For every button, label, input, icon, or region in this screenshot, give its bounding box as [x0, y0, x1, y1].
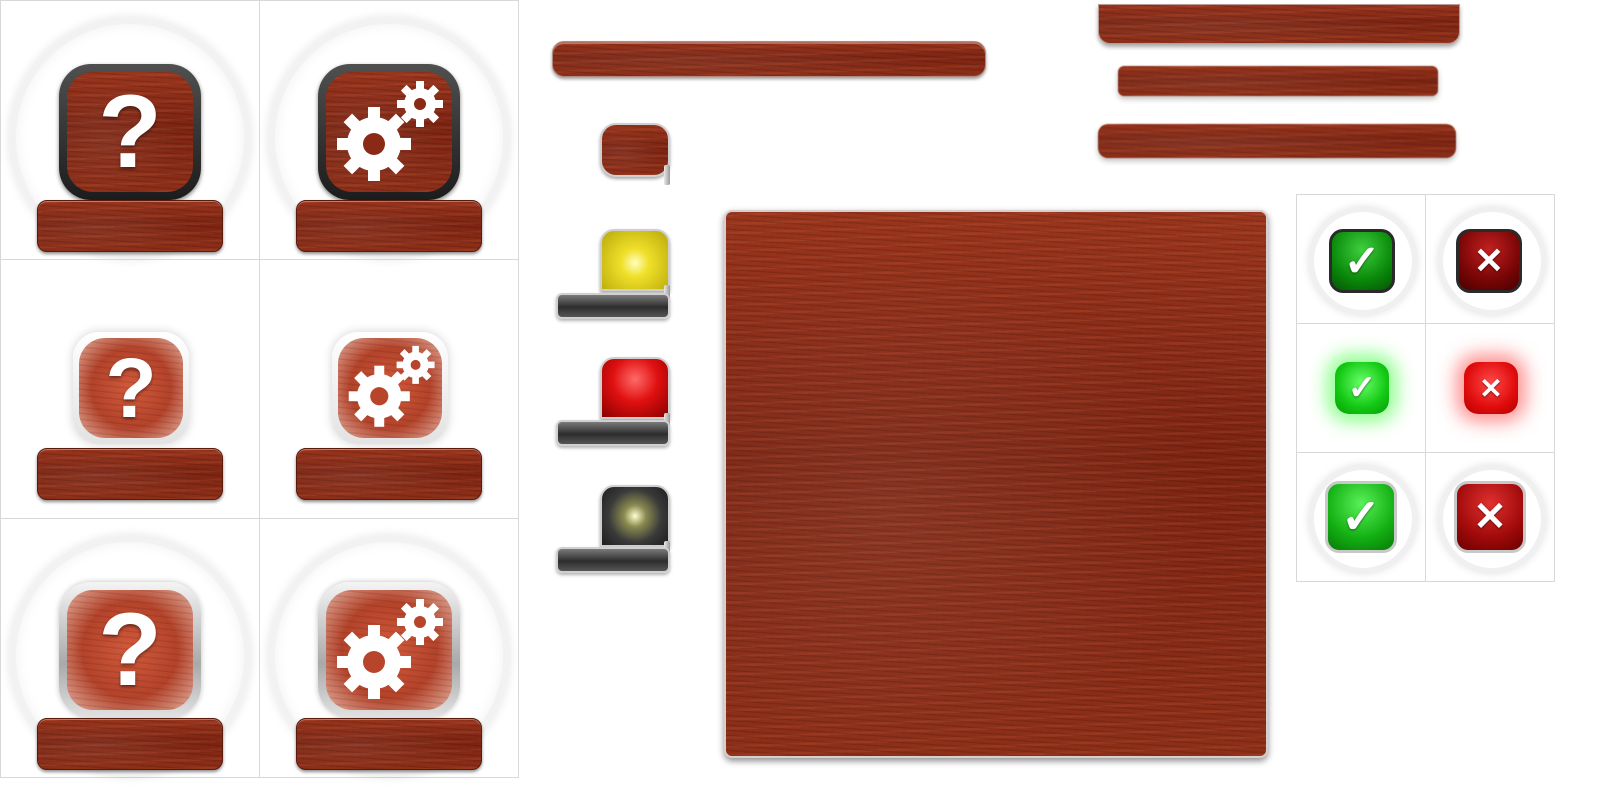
tile-frame: ? [59, 582, 201, 718]
check-icon: ✓ [1347, 369, 1377, 407]
indicator-lamp-yellow[interactable] [600, 229, 670, 291]
status-button-grid: ✓ ✕ ✓ ✕ ✓ ✕ [1296, 194, 1556, 584]
tile-wood-face [326, 72, 452, 192]
reject-button-dark[interactable]: ✕ [1456, 229, 1522, 293]
tile-caption-plank[interactable] [296, 448, 482, 500]
tile-help-frosted[interactable]: ? [0, 259, 260, 519]
indicator-base [556, 420, 670, 446]
gears-icon [337, 599, 443, 699]
cross-icon: ✕ [1473, 240, 1505, 281]
indicator-lamp-off[interactable] [600, 485, 670, 547]
gears-icon [348, 345, 435, 427]
tile-settings-dark[interactable] [259, 0, 519, 260]
wood-header-bar[interactable] [1098, 4, 1460, 44]
tile-caption-plank[interactable] [296, 200, 482, 252]
tile-frame [318, 582, 460, 718]
wood-content-panel[interactable] [724, 210, 1268, 758]
tile-settings-frosted[interactable] [259, 259, 519, 519]
wood-bar-soft-short[interactable] [1118, 66, 1438, 96]
accept-cell-glow: ✓ [1296, 323, 1426, 453]
check-icon: ✓ [1343, 236, 1381, 286]
tile-caption-plank[interactable] [37, 448, 223, 500]
icon-tile-grid: ? ? ? [0, 0, 519, 778]
tile-frame [318, 64, 460, 200]
accept-button-silver[interactable]: ✓ [1325, 481, 1397, 553]
indicator-base [556, 293, 670, 319]
indicator-lamp-wood[interactable] [600, 123, 670, 177]
reject-cell-silver: ✕ [1425, 452, 1555, 582]
help-icon: ? [98, 591, 162, 708]
tile-frame: ? [59, 64, 201, 200]
help-icon: ? [98, 73, 162, 190]
indicator-stem [664, 165, 670, 185]
tile-wood-face: ? [67, 590, 193, 710]
tile-help-dark[interactable]: ? [0, 0, 260, 260]
check-icon: ✓ [1340, 491, 1382, 544]
cross-icon: ✕ [1479, 372, 1503, 404]
gears-icon [337, 81, 443, 181]
tile-caption-plank[interactable] [37, 718, 223, 770]
reject-cell-dark: ✕ [1425, 194, 1555, 324]
cross-icon: ✕ [1473, 495, 1507, 539]
indicator-column [552, 115, 682, 585]
reject-cell-glow: ✕ [1425, 323, 1555, 453]
tile-frame [332, 332, 448, 444]
tile-frame: ? [73, 332, 189, 444]
tile-caption-plank[interactable] [37, 200, 223, 252]
accept-cell-silver: ✓ [1296, 452, 1426, 582]
reject-button-silver[interactable]: ✕ [1454, 481, 1526, 553]
tile-caption-plank[interactable] [296, 718, 482, 770]
tile-wood-face: ? [67, 72, 193, 192]
indicator-base [556, 547, 670, 573]
indicator-lamp-red[interactable] [600, 357, 670, 419]
tile-wood-face [338, 338, 442, 438]
accept-button-dark[interactable]: ✓ [1329, 229, 1395, 293]
help-icon: ? [105, 340, 157, 435]
reject-button-glow[interactable]: ✕ [1464, 362, 1518, 414]
wood-progress-bar[interactable] [552, 41, 986, 77]
tile-settings-silver[interactable] [259, 518, 519, 778]
accept-cell-dark: ✓ [1296, 194, 1426, 324]
tile-wood-face [326, 590, 452, 710]
tile-help-silver[interactable]: ? [0, 518, 260, 778]
tile-wood-face: ? [79, 338, 183, 438]
accept-button-glow[interactable]: ✓ [1335, 362, 1389, 414]
wood-bar-soft-long[interactable] [1098, 124, 1456, 158]
